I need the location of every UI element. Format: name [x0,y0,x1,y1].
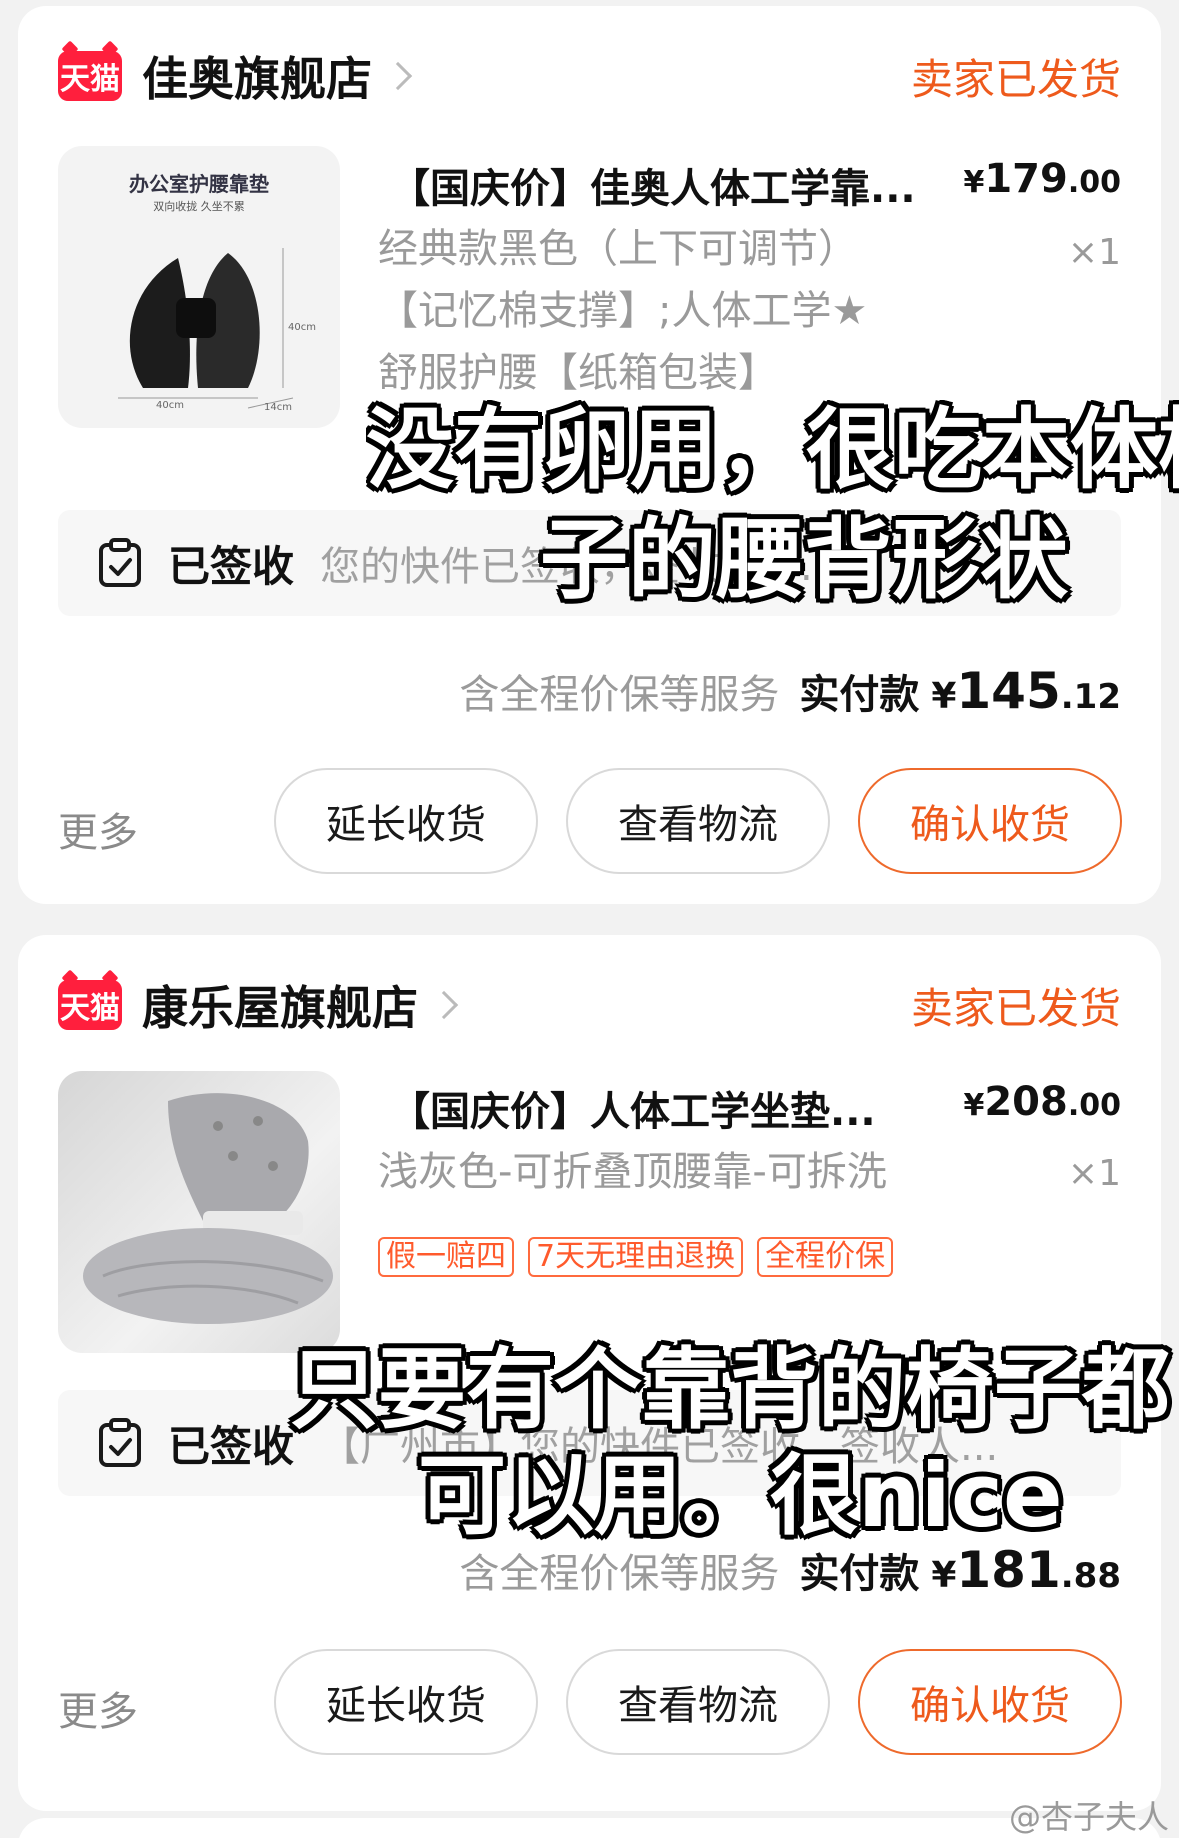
order-status: 卖家已发货 [910,55,1121,104]
spec-line: 舒服护腰【纸箱包装】 [378,350,778,396]
caption-overlay: 没有卵用，很吃本体椅 [366,400,1179,500]
product-price: ¥179.00 [963,156,1121,202]
service-tag: 全程价保 [757,1237,894,1277]
service-note: 含全程价保等服务 [459,1551,780,1597]
currency-symbol: ¥ [931,676,957,717]
product-title[interactable]: 【国庆价】佳奥人体工学靠... [390,156,916,214]
service-note: 含全程价保等服务 [459,672,780,718]
price-integer: 179 [984,156,1068,202]
more-button[interactable]: 更多 [58,1679,138,1737]
more-button[interactable]: 更多 [58,800,138,858]
clipboard-check-icon [99,1418,141,1467]
watermark: @杏子夫人 [1008,1798,1169,1836]
lumbar-cushion-icon [118,248,294,409]
product-spec: 浅灰色-可折叠顶腰靠-可拆洗 [378,1141,938,1203]
store-header[interactable]: 天猫 佳奥旗舰店 [58,43,413,109]
chevron-right-icon [383,61,413,91]
paid-amount: ¥145.12 [931,662,1121,720]
spec-line: 经典款黑色（上下可调节） [378,226,858,272]
service-tag: 假一赔四 [378,1237,514,1277]
payment-summary: 含全程价保等服务 实付款 ¥145.12 [459,662,1121,720]
thumb-subtitle: 双向收拢 久坐不累 [153,200,245,213]
spec-line: 【记忆棉支撑】;人体工学★ [378,288,868,334]
paid-amount: ¥181.88 [931,1541,1121,1599]
paid-label: 实付款 [799,672,920,718]
currency-symbol: ¥ [963,165,985,200]
caption-overlay: 可以用。很nice [418,1444,1063,1547]
paid-decimal: .88 [1060,1556,1121,1596]
thumb-title: 办公室护腰靠垫 [129,172,269,196]
extend-receipt-button[interactable]: 延长收货 [274,1649,538,1755]
store-name[interactable]: 康乐屋旗舰店 [142,972,418,1038]
store-header[interactable]: 天猫 康乐屋旗舰店 [58,972,459,1038]
caption-overlay: 子的腰背形状 [540,508,1069,611]
thumb-dim-label: 14cm [264,402,292,413]
view-logistics-button[interactable]: 查看物流 [566,1649,830,1755]
payment-summary: 含全程价保等服务 实付款 ¥181.88 [459,1541,1121,1599]
product-quantity: ×1 [1067,232,1121,273]
price-decimal: .00 [1067,1088,1121,1123]
product-thumbnail[interactable] [58,1071,340,1353]
store-name[interactable]: 佳奥旗舰店 [142,43,372,109]
service-tag: 7天无理由退换 [528,1237,744,1277]
chevron-right-icon [429,990,459,1020]
seat-cushion-icon [83,1093,333,1324]
product-price: ¥208.00 [963,1079,1121,1125]
currency-symbol: ¥ [931,1555,957,1596]
caption-overlay: 只要有个靠背的椅子都 [290,1338,1171,1441]
extend-receipt-button[interactable]: 延长收货 [274,768,538,874]
product-title[interactable]: 【国庆价】人体工学坐垫... [390,1079,876,1137]
currency-symbol: ¥ [963,1088,985,1123]
service-tags: 假一赔四 7天无理由退换 全程价保 [378,1237,894,1277]
logistics-status: 已签收 [168,541,295,591]
product-thumbnail[interactable]: 办公室护腰靠垫 双向收拢 久坐不累 40cm 40cm 14cm [58,146,340,428]
spec-line: 浅灰色-可折叠顶腰靠-可拆洗 [378,1149,887,1195]
order-status: 卖家已发货 [910,984,1121,1033]
order-card [18,1818,1161,1838]
tmall-logo-icon: 天猫 [58,51,122,101]
paid-decimal: .12 [1060,677,1121,717]
price-decimal: .00 [1067,165,1121,200]
paid-integer: 145 [956,662,1061,720]
price-integer: 208 [984,1079,1068,1125]
confirm-receipt-button[interactable]: 确认收货 [858,1649,1122,1755]
thumb-dim-label: 40cm [288,322,316,333]
tmall-logo-icon: 天猫 [58,980,122,1030]
product-spec: 经典款黑色（上下可调节） 【记忆棉支撑】;人体工学★ 舒服护腰【纸箱包装】 [378,218,938,404]
paid-integer: 181 [956,1541,1061,1599]
view-logistics-button[interactable]: 查看物流 [566,768,830,874]
product-quantity: ×1 [1067,1153,1121,1194]
clipboard-check-icon [99,538,141,587]
confirm-receipt-button[interactable]: 确认收货 [858,768,1122,874]
logistics-status: 已签收 [168,1421,295,1471]
thumb-dim-label: 40cm [156,400,184,411]
paid-label: 实付款 [799,1551,920,1597]
